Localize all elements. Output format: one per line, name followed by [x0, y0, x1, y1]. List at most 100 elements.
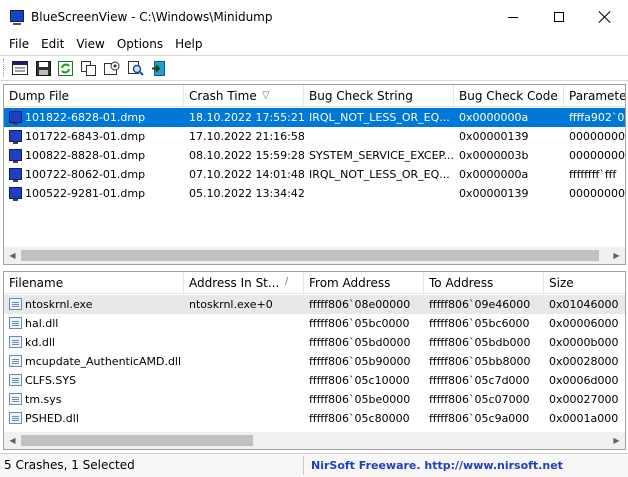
- properties-icon: [12, 61, 28, 75]
- close-icon: [599, 11, 611, 23]
- scroll-right-arrow-icon[interactable]: ▶: [608, 247, 625, 264]
- driver-list[interactable]: Filename Address In St... ∕ From Address…: [3, 271, 626, 450]
- bug-check-code-cell: 0x00000139: [459, 187, 529, 200]
- address-in-stack-cell: [184, 333, 304, 352]
- refresh-button[interactable]: [56, 59, 74, 77]
- address-in-stack-cell: [184, 352, 304, 371]
- to-address-cell: fffff806`05bb8000: [429, 355, 531, 368]
- sort-ascending-icon: ∕: [285, 276, 289, 287]
- column-header-to-address[interactable]: To Address: [424, 272, 544, 294]
- dump-file-cell: 101722-6843-01.dmp: [25, 130, 146, 143]
- column-header-bug-check-code[interactable]: Bug Check Code: [454, 85, 564, 107]
- menu-edit[interactable]: Edit: [35, 34, 70, 54]
- column-header-crash-time[interactable]: Crash Time: [184, 85, 304, 107]
- scrollbar-thumb[interactable]: [21, 435, 253, 446]
- dump-file-cell: 100822-8828-01.dmp: [25, 149, 146, 162]
- driver-row[interactable]: PSHED.dll fffff806`05c80000 fffff806`05c…: [4, 409, 625, 428]
- menu-options[interactable]: Options: [111, 34, 169, 54]
- address-in-stack-cell: [184, 409, 304, 428]
- crash-row[interactable]: 100522-9281-01.dmp 05.10.2022 13:34:42 0…: [4, 184, 625, 203]
- dump-file-cell: 101822-6828-01.dmp: [25, 111, 146, 124]
- to-address-cell: fffff806`05bc6000: [429, 317, 530, 330]
- toolbar: [0, 55, 628, 81]
- driver-row[interactable]: ntoskrnl.exe ntoskrnl.exe+0 fffff806`08e…: [4, 295, 625, 314]
- maximize-button[interactable]: [536, 0, 582, 34]
- bug-check-string-cell: IRQL_NOT_LESS_OR_EQ...: [309, 168, 450, 181]
- column-header-filename[interactable]: Filename: [4, 272, 184, 294]
- from-address-cell: fffff806`05c10000: [309, 374, 410, 387]
- address-in-stack-cell: ntoskrnl.exe+0: [189, 298, 273, 311]
- column-header-dump-file[interactable]: Dump File: [4, 85, 184, 107]
- column-header-size[interactable]: Size: [544, 272, 625, 294]
- size-cell: 0x0001a000: [549, 412, 619, 425]
- driver-list-header: Filename Address In St... ∕ From Address…: [4, 272, 625, 294]
- scroll-left-arrow-icon[interactable]: ◀: [4, 432, 21, 449]
- column-header-from-address[interactable]: From Address: [304, 272, 424, 294]
- filename-cell: ntoskrnl.exe: [25, 298, 93, 311]
- bug-check-string-cell: IRQL_NOT_LESS_OR_EQ...: [309, 111, 450, 124]
- minimize-icon: [508, 16, 518, 18]
- html-report-icon: [104, 61, 120, 75]
- html-report-button[interactable]: [103, 59, 121, 77]
- properties-button[interactable]: [11, 59, 29, 77]
- find-icon: [128, 60, 144, 76]
- exit-button[interactable]: [150, 59, 168, 77]
- menu-file[interactable]: File: [3, 34, 35, 54]
- parameter-cell: 00000000`c: [569, 149, 625, 162]
- filename-cell: CLFS.SYS: [25, 374, 77, 387]
- crash-list[interactable]: Dump File Crash Time ▽ Bug Check String …: [3, 84, 626, 265]
- bug-check-string-cell: SYSTEM_SERVICE_EXCEP...: [309, 149, 454, 162]
- minimize-button[interactable]: [490, 0, 536, 34]
- crash-list-header: Dump File Crash Time ▽ Bug Check String …: [4, 85, 625, 107]
- status-divider: [303, 456, 304, 475]
- menu-help[interactable]: Help: [169, 34, 208, 54]
- close-button[interactable]: [582, 0, 628, 34]
- bug-check-code-cell: 0x0000000a: [459, 111, 529, 124]
- crash-row[interactable]: 101822-6828-01.dmp 18.10.2022 17:55:21 I…: [4, 108, 625, 127]
- driver-row[interactable]: mcupdate_AuthenticAMD.dll fffff806`05b90…: [4, 352, 625, 371]
- driver-row[interactable]: tm.sys fffff806`05be0000 fffff806`05c070…: [4, 390, 625, 409]
- driver-row[interactable]: CLFS.SYS fffff806`05c10000 fffff806`05c7…: [4, 371, 625, 390]
- copy-button[interactable]: [80, 59, 98, 77]
- crash-row[interactable]: 101722-6843-01.dmp 17.10.2022 21:16:58 0…: [4, 127, 625, 146]
- driver-row[interactable]: kd.dll fffff806`05bd0000 fffff806`05bdb0…: [4, 333, 625, 352]
- scroll-left-arrow-icon[interactable]: ◀: [4, 247, 21, 264]
- bug-check-code-cell: 0x0000003b: [459, 149, 529, 162]
- title-bar[interactable]: BlueScreenView - C:\Windows\Minidump: [0, 0, 628, 34]
- scrollbar-thumb[interactable]: [21, 250, 599, 261]
- crash-row[interactable]: 100722-8062-01.dmp 07.10.2022 14:01:48 I…: [4, 165, 625, 184]
- column-header-bug-check-string[interactable]: Bug Check String: [304, 85, 454, 107]
- exit-icon: [151, 60, 165, 76]
- dump-file-cell: 100522-9281-01.dmp: [25, 187, 146, 200]
- from-address-cell: fffff806`08e00000: [309, 298, 411, 311]
- driver-list-horizontal-scrollbar[interactable]: ◀ ▶: [4, 432, 625, 449]
- crash-time-cell: 05.10.2022 13:34:42: [189, 187, 304, 200]
- from-address-cell: fffff806`05be0000: [309, 393, 411, 406]
- crash-time-cell: 08.10.2022 15:59:28: [189, 149, 304, 162]
- menu-view[interactable]: View: [70, 34, 110, 54]
- maximize-icon: [554, 12, 564, 22]
- filename-cell: tm.sys: [25, 393, 62, 406]
- to-address-cell: fffff806`09e46000: [429, 298, 531, 311]
- dump-file-cell: 100722-8062-01.dmp: [25, 168, 146, 181]
- size-cell: 0x0006d000: [549, 374, 619, 387]
- crash-time-cell: 18.10.2022 17:55:21: [189, 111, 304, 124]
- to-address-cell: fffff806`05c07000: [429, 393, 530, 406]
- size-cell: 0x00028000: [549, 355, 619, 368]
- column-header-parameter[interactable]: Parameter: [564, 85, 625, 107]
- filename-cell: PSHED.dll: [25, 412, 79, 425]
- crash-row[interactable]: 100822-8828-01.dmp 08.10.2022 15:59:28 S…: [4, 146, 625, 165]
- filename-cell: kd.dll: [25, 336, 55, 349]
- find-button[interactable]: [127, 59, 145, 77]
- to-address-cell: fffff806`05c7d000: [429, 374, 530, 387]
- driver-row[interactable]: hal.dll fffff806`05bc0000 fffff806`05bc6…: [4, 314, 625, 333]
- scroll-right-arrow-icon[interactable]: ▶: [608, 432, 625, 449]
- crash-list-horizontal-scrollbar[interactable]: ◀ ▶: [4, 247, 625, 264]
- window-title: BlueScreenView - C:\Windows\Minidump: [31, 10, 273, 24]
- parameter-cell: ffffffff`fff: [569, 168, 617, 181]
- from-address-cell: fffff806`05bd0000: [309, 336, 411, 349]
- status-bar: 5 Crashes, 1 Selected NirSoft Freeware. …: [0, 453, 628, 477]
- save-button[interactable]: [34, 59, 52, 77]
- nirsoft-link[interactable]: NirSoft Freeware. http://www.nirsoft.net: [311, 454, 563, 477]
- bluescreen-app-icon: [10, 10, 24, 25]
